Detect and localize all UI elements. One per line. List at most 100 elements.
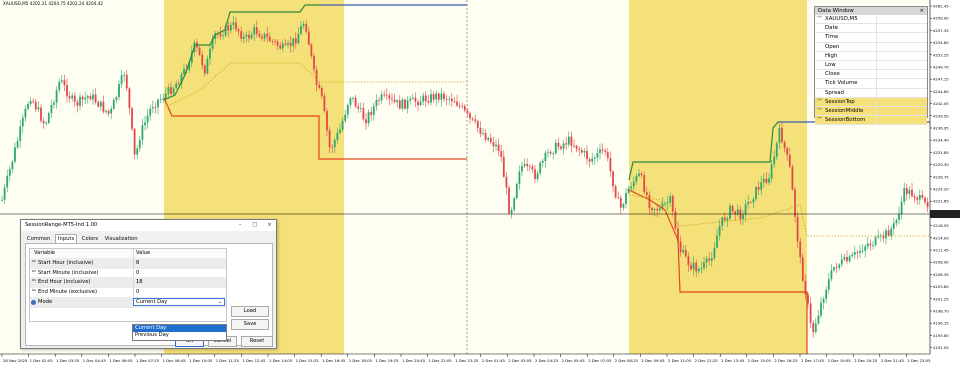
tab-common[interactable]: Common xyxy=(25,235,52,243)
param-value[interactable]: 0 xyxy=(133,288,139,297)
candle-body xyxy=(911,189,913,197)
candle-body xyxy=(515,183,518,199)
candle-body xyxy=(258,33,261,37)
param-row[interactable]: ⁰¹ Start Hour (inclusive) 8 xyxy=(30,258,226,269)
data-window-value xyxy=(876,97,927,106)
candle-body xyxy=(521,166,523,172)
mode-option[interactable]: Previous Day xyxy=(133,332,226,339)
candle-body xyxy=(885,230,887,239)
candle-body xyxy=(359,108,362,109)
candle-body xyxy=(157,99,159,108)
candle-body xyxy=(146,115,149,123)
candle-body xyxy=(625,192,627,205)
data-window-row: High xyxy=(815,51,927,61)
candle-body xyxy=(71,95,74,99)
param-value[interactable]: 8 xyxy=(133,258,139,268)
candle-body xyxy=(586,150,588,160)
candle-body xyxy=(770,164,773,179)
indicator-icon: ⺍ xyxy=(817,16,823,22)
candle-body xyxy=(229,24,232,31)
candle-body xyxy=(409,98,412,101)
candle-body xyxy=(898,213,900,220)
candle-body xyxy=(690,264,692,270)
candle-body xyxy=(510,209,513,214)
reset-button[interactable]: Reset xyxy=(241,336,273,347)
candle-body xyxy=(149,108,152,116)
time-label: 2 Dec 11:05 xyxy=(668,358,692,363)
candle-body xyxy=(383,94,386,96)
candle-body xyxy=(781,127,783,143)
candle-body xyxy=(648,195,651,209)
candle-body xyxy=(240,31,243,39)
candle-body xyxy=(292,38,295,47)
data-window-label: Date xyxy=(825,25,838,32)
candle-body xyxy=(250,34,253,39)
mode-select[interactable]: Current Day ⌄ xyxy=(133,297,225,307)
candle-body xyxy=(528,166,531,167)
data-window-value xyxy=(876,106,927,116)
candle-body xyxy=(476,121,479,128)
price-label: 4221.65 xyxy=(933,199,949,204)
candle-body xyxy=(125,74,128,89)
data-window-rows: ⺍ XAUUSD,M5 Date Time Open High Low Close Tick V… xyxy=(815,15,927,126)
maximize-icon[interactable]: □ xyxy=(248,220,261,231)
candle-body xyxy=(924,197,926,203)
candle-body xyxy=(14,147,16,162)
candle-body xyxy=(144,122,146,126)
candle-body xyxy=(323,95,326,112)
candle-body xyxy=(47,113,50,123)
tab-visualization[interactable]: Visualization xyxy=(103,235,140,243)
candle-body xyxy=(900,201,903,214)
candle-body xyxy=(138,140,141,149)
candle-body xyxy=(401,99,404,109)
mode-select-value: Current Day xyxy=(136,298,168,305)
param-row[interactable]: ⁰¹ Start Minute (inclusive) 0 xyxy=(30,268,226,279)
data-window-indicator-row: ⺍ SessionMiddle xyxy=(815,106,927,117)
candle-body xyxy=(63,80,66,86)
candle-body xyxy=(570,136,573,146)
price-label: 4234.40 xyxy=(933,138,949,143)
candle-body xyxy=(398,100,401,109)
price-label: 4224.20 xyxy=(933,187,949,192)
candle-body xyxy=(752,199,755,203)
param-value[interactable]: 18 xyxy=(133,278,143,288)
data-window-row: Time xyxy=(815,33,927,43)
tab-inputs[interactable]: Inputs xyxy=(55,234,78,243)
param-row[interactable]: ⁰¹ End Hour (inclusive) 18 xyxy=(30,278,226,289)
candle-body xyxy=(466,110,469,114)
candle-body xyxy=(768,178,770,183)
chevron-down-icon[interactable]: ⌄ xyxy=(218,299,222,307)
candle-body xyxy=(414,97,417,102)
load-button[interactable]: Load xyxy=(231,306,269,317)
candle-body xyxy=(357,106,360,109)
candle-body xyxy=(788,154,791,167)
price-label: 4231.85 xyxy=(933,150,949,155)
candle-body xyxy=(112,99,115,109)
mode-option[interactable]: Current Day xyxy=(133,325,226,332)
tab-colors[interactable]: Colors xyxy=(80,235,100,243)
candle-body xyxy=(614,186,617,198)
candle-body xyxy=(253,27,256,35)
candle-body xyxy=(619,197,622,208)
minimize-icon[interactable]: – xyxy=(234,220,247,231)
param-value[interactable]: 0 xyxy=(133,268,139,278)
candle-body xyxy=(227,25,230,31)
symbol-header: XAUUSD,M5 4202.31 4204.75 4202.24 4204.4… xyxy=(3,1,103,6)
candle-body xyxy=(801,257,804,281)
candle-body xyxy=(422,95,425,102)
save-button[interactable]: Save xyxy=(231,319,269,330)
candle-body xyxy=(396,100,399,103)
param-row[interactable]: ⁰¹ End Minute (exclusive) 0 xyxy=(30,288,226,298)
candle-body xyxy=(918,194,921,200)
data-window-close-icon[interactable]: × xyxy=(919,7,924,15)
candle-body xyxy=(339,129,341,133)
candle-body xyxy=(362,108,365,120)
indicator-icon: ⺍ xyxy=(817,98,823,105)
price-label: 4208.90 xyxy=(933,260,949,265)
close-icon[interactable]: × xyxy=(263,220,276,231)
param-row-mode[interactable]: Mode Current Day ⌄ xyxy=(30,297,226,308)
candle-body xyxy=(539,162,542,174)
candle-body xyxy=(367,112,370,124)
candle-body xyxy=(508,187,510,214)
chart-window[interactable]: XAUUSD,M5 4202.31 4204.75 4202.24 4204.4… xyxy=(0,0,960,367)
